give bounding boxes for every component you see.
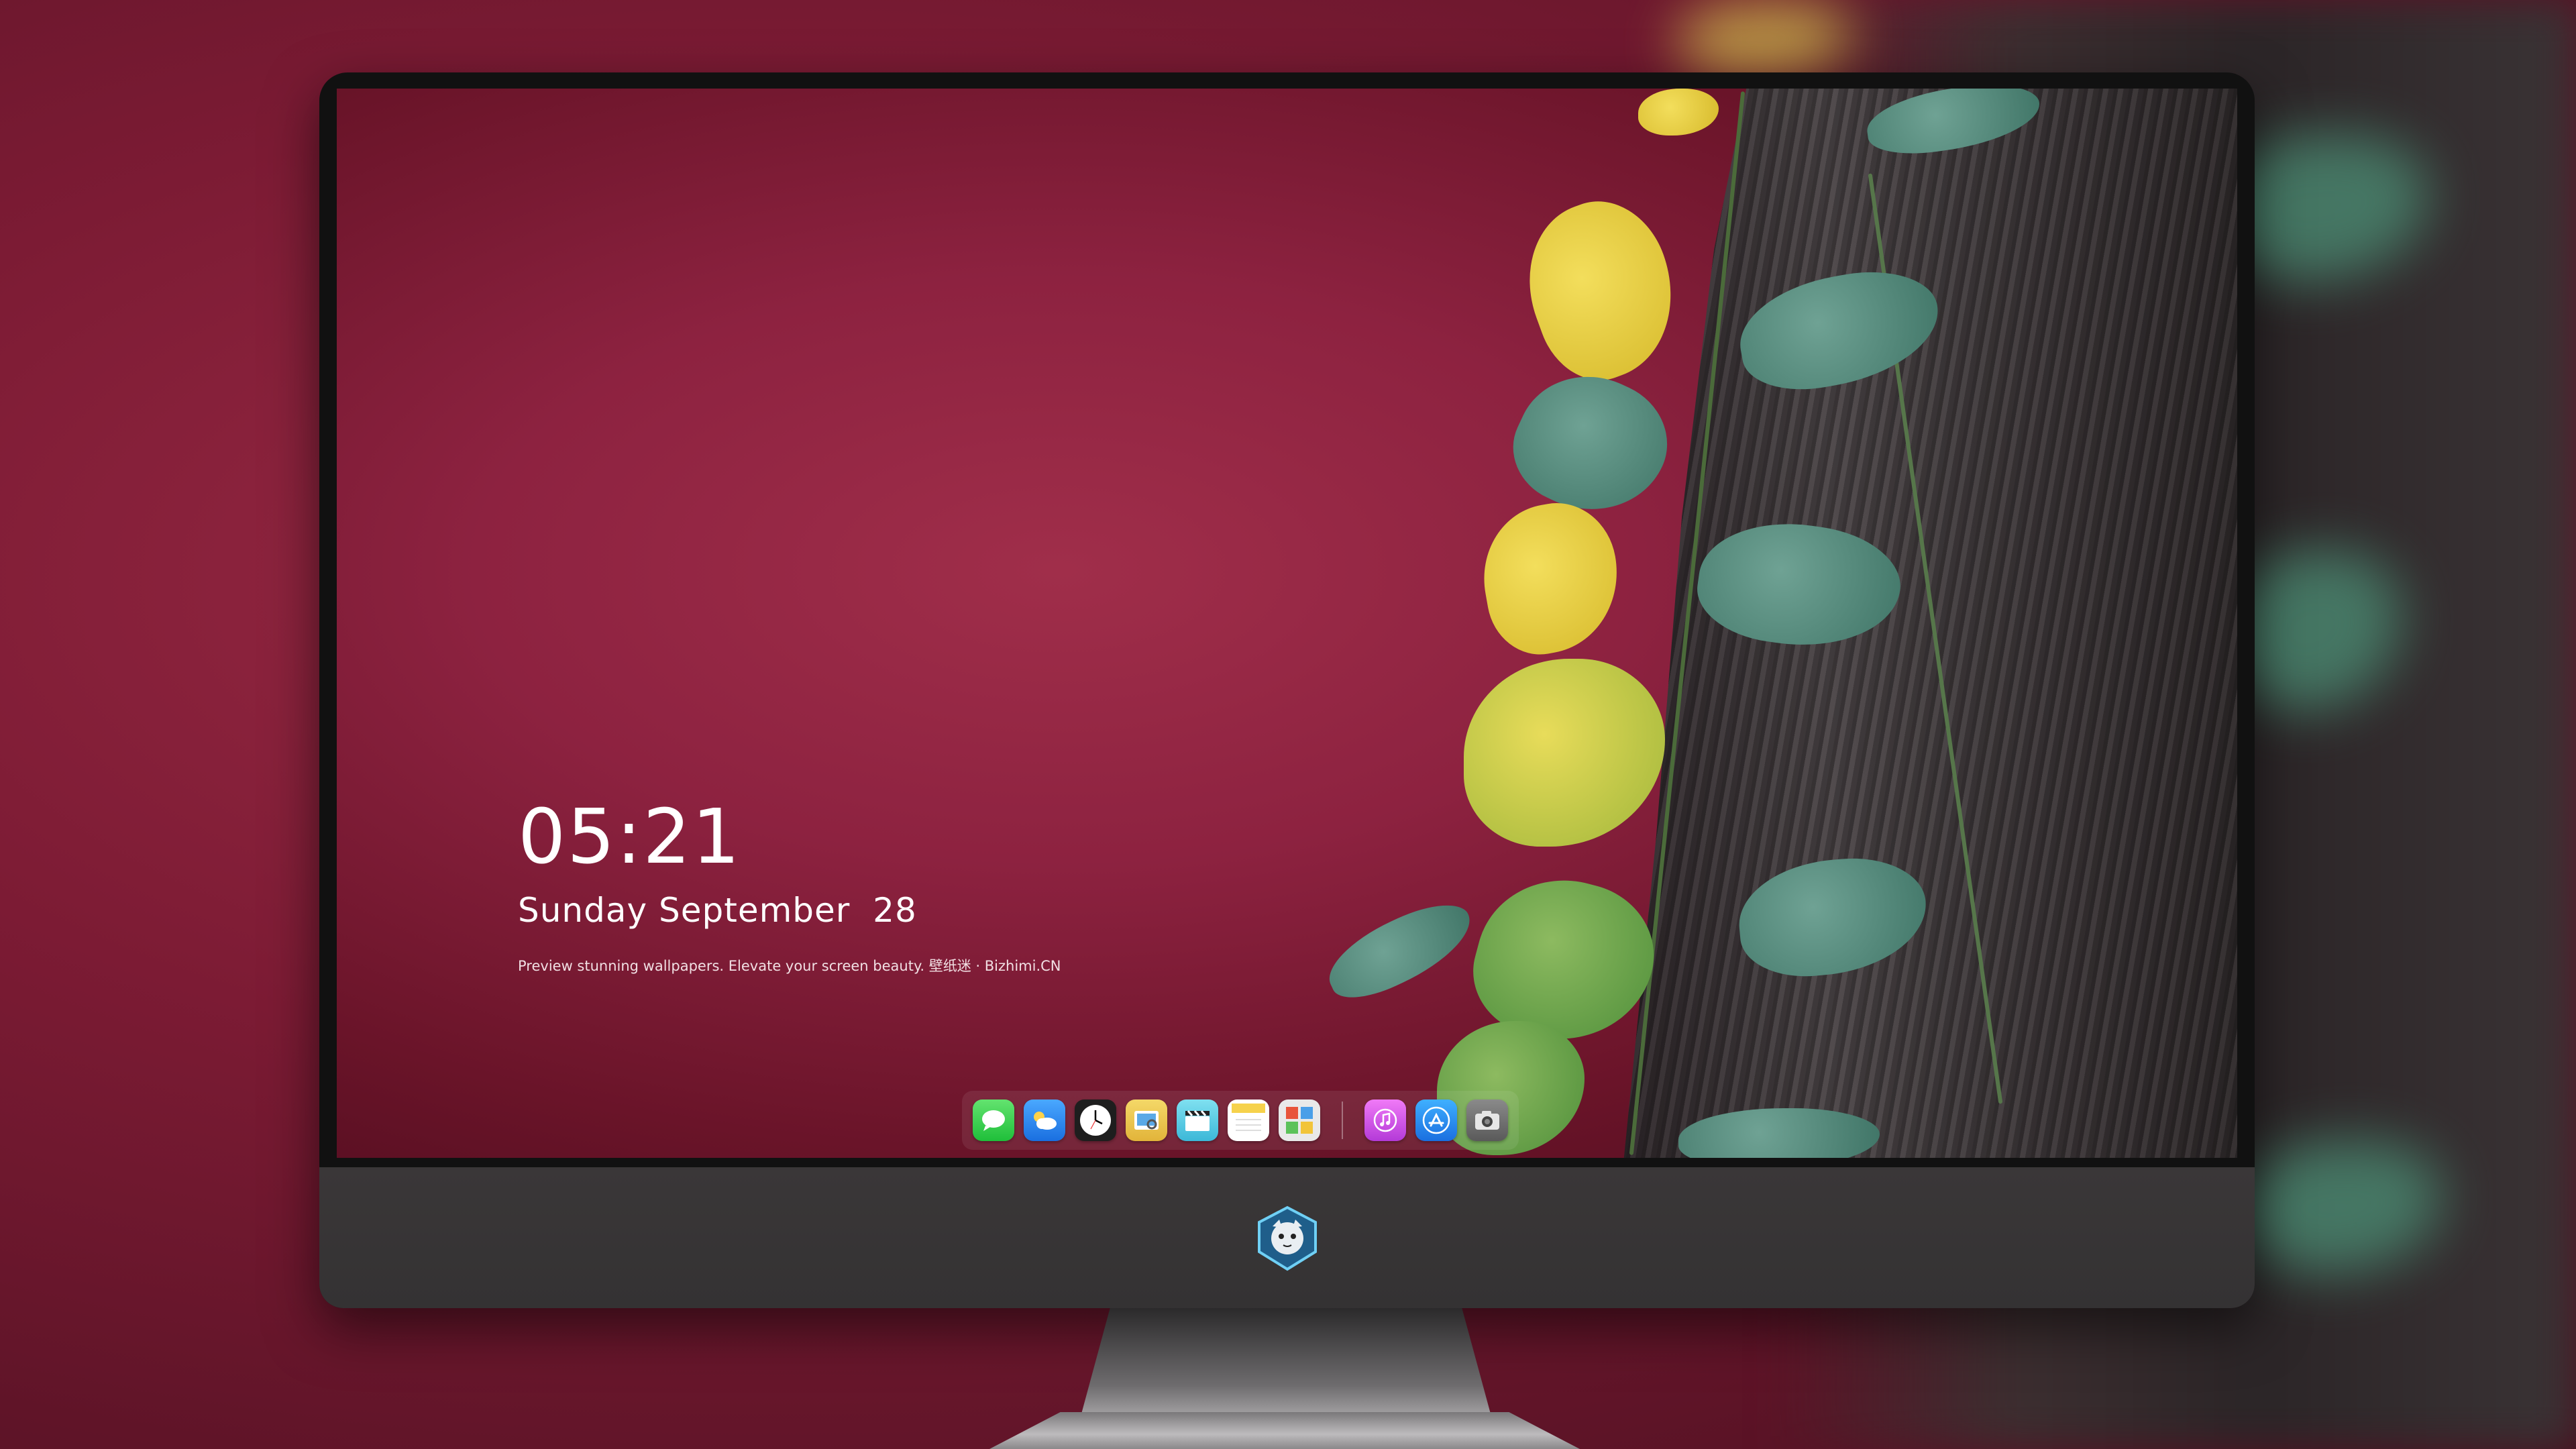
photo-booth-icon[interactable] — [1279, 1099, 1320, 1141]
clock-date: Sunday September 28 — [518, 891, 917, 930]
dock — [962, 1091, 1519, 1150]
wallpaper-leaf — [1496, 352, 1686, 537]
wallpaper-leaf — [1464, 659, 1665, 847]
preview-icon[interactable] — [1126, 1099, 1167, 1141]
camera-icon[interactable] — [1466, 1099, 1508, 1141]
weather-icon[interactable] — [1024, 1099, 1065, 1141]
wallpaper-leaf — [1505, 183, 1698, 396]
wallpaper-leaf — [1472, 494, 1630, 663]
wallpaper-bark — [1623, 89, 2237, 1158]
monitor: 05:21 Sunday September 28 Preview stunni… — [319, 72, 2255, 1308]
dock-separator — [1342, 1102, 1343, 1139]
wallpaper-leaf — [1638, 89, 1719, 136]
messages-icon[interactable] — [973, 1099, 1014, 1141]
monitor-stand-base — [989, 1412, 1580, 1449]
clock-icon[interactable] — [1075, 1099, 1116, 1141]
app-store-icon[interactable] — [1415, 1099, 1457, 1141]
wallpaper-leaf — [1317, 890, 1483, 1011]
monitor-chin — [319, 1167, 2255, 1308]
mascot-logo-icon — [1258, 1205, 1317, 1271]
lockscreen-clock: 05:21 Sunday September 28 Preview stunni… — [518, 800, 1061, 975]
desktop-screen: 05:21 Sunday September 28 Preview stunni… — [337, 89, 2237, 1158]
clapperboard-icon[interactable] — [1177, 1099, 1218, 1141]
music-note-icon[interactable] — [1364, 1099, 1406, 1141]
scene: 05:21 Sunday September 28 Preview stunni… — [0, 0, 2576, 1449]
notes-icon[interactable] — [1228, 1099, 1269, 1141]
wallpaper-tagline: Preview stunning wallpapers. Elevate you… — [518, 958, 1061, 974]
clock-time: 05:21 — [518, 794, 741, 881]
